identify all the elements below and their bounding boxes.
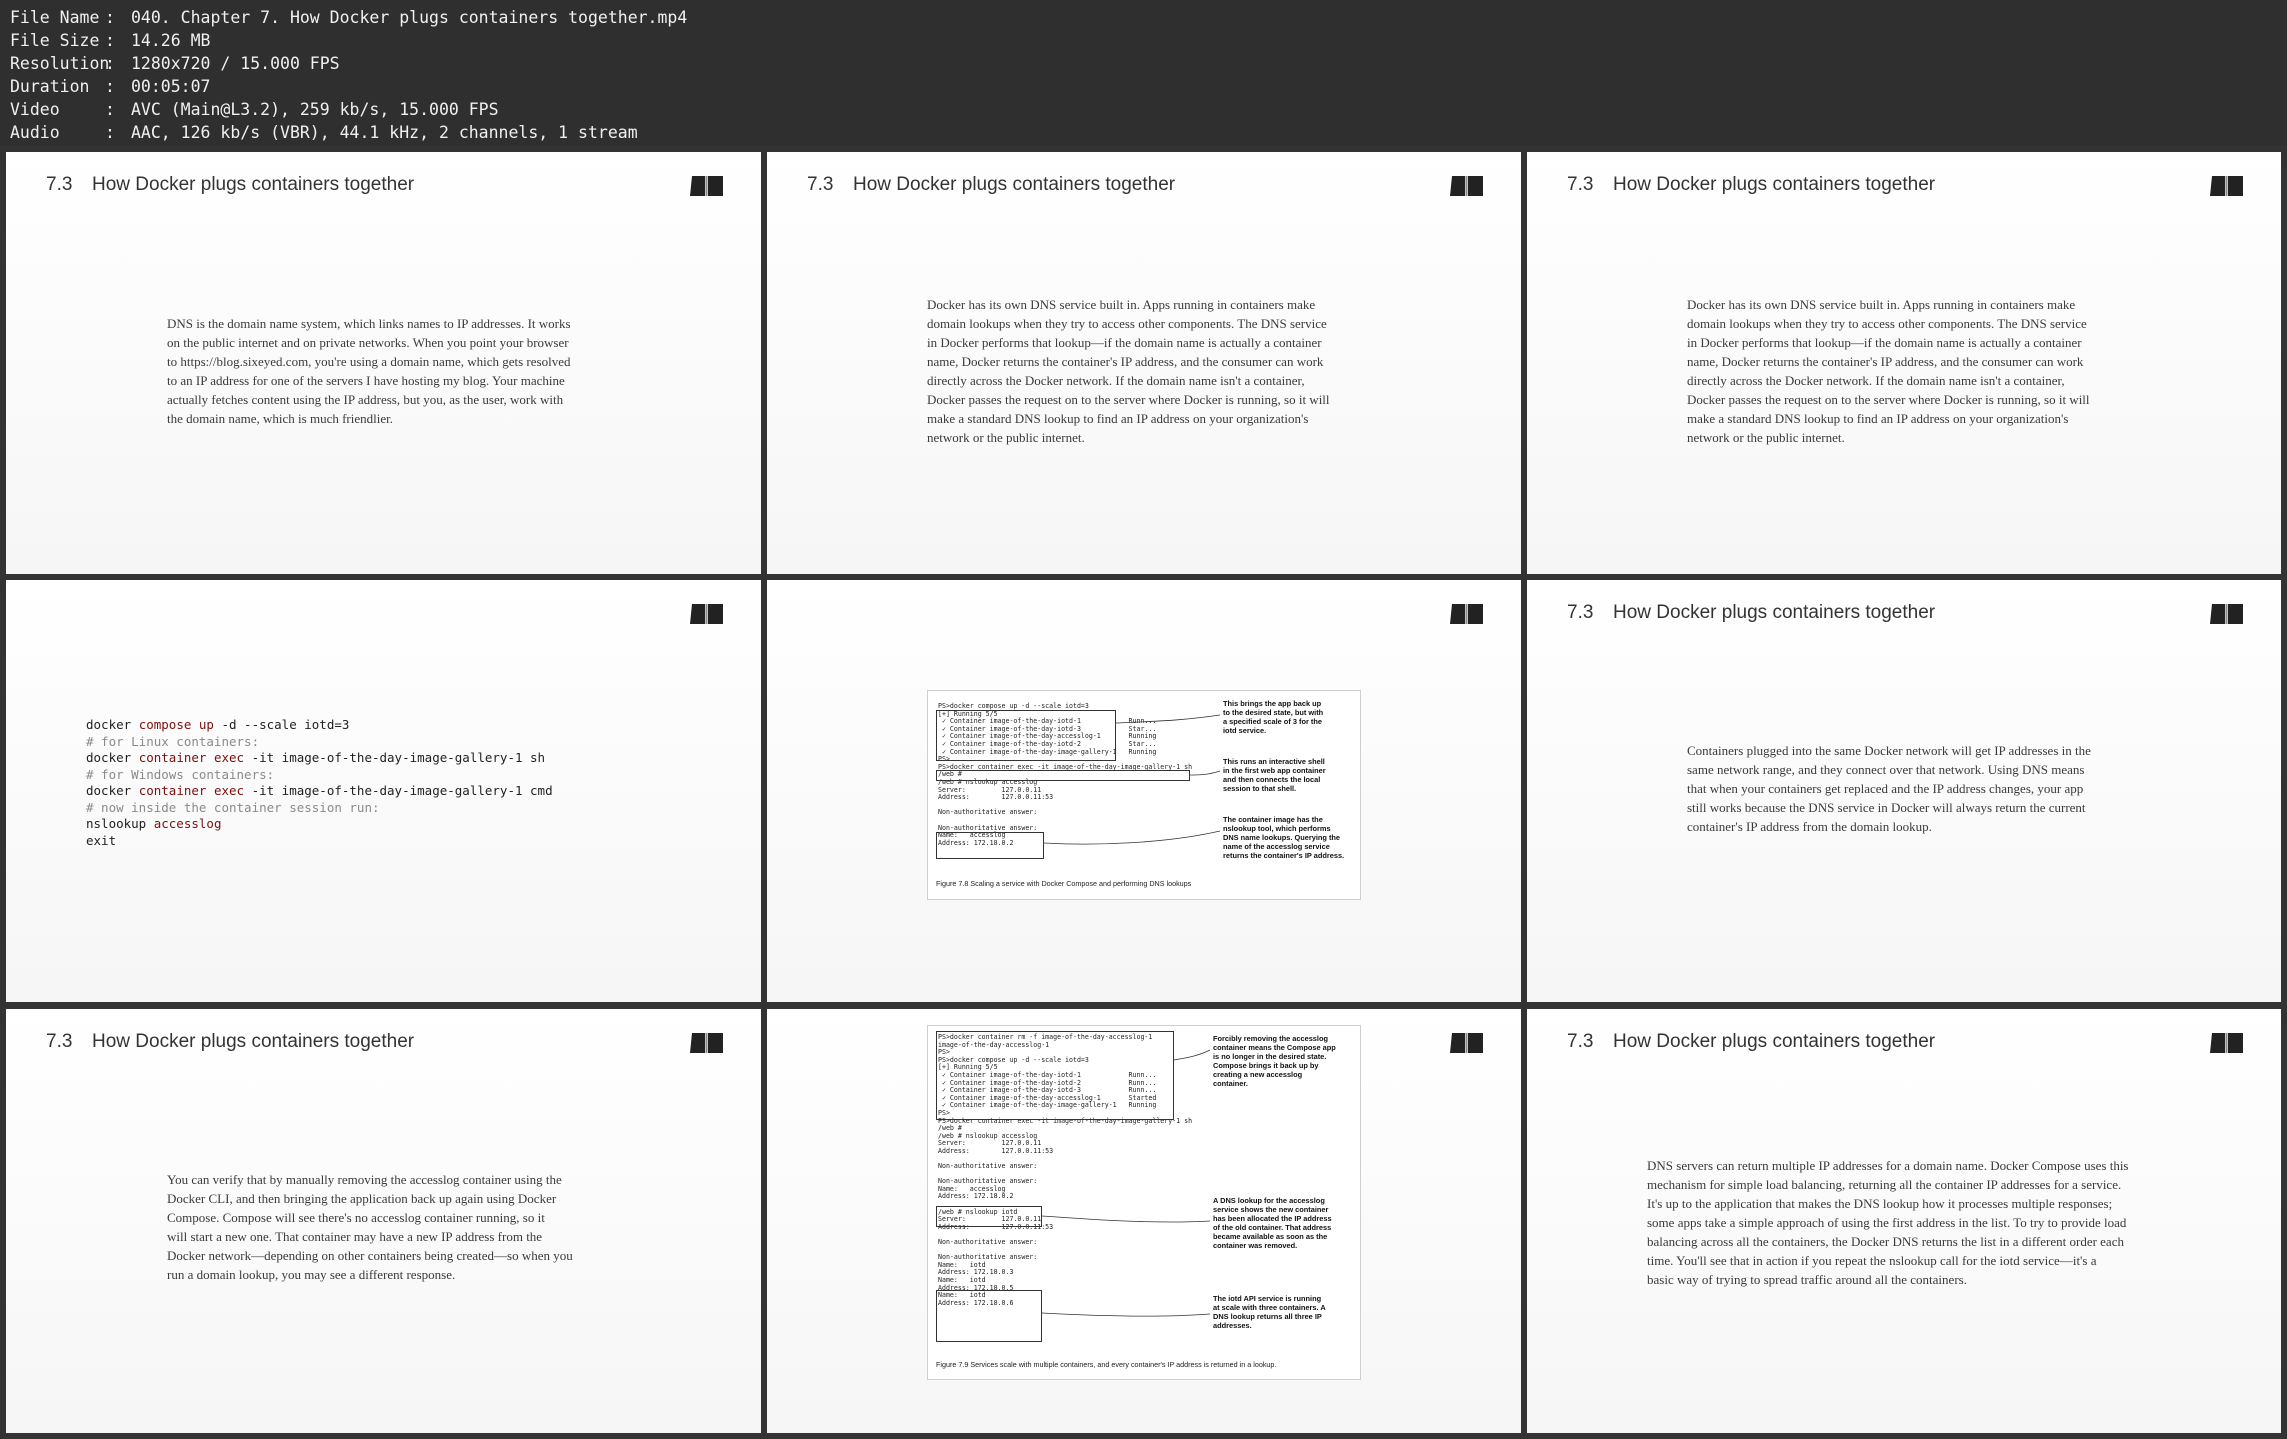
thumbnail-3[interactable]: 7.3 How Docker plugs containers together … bbox=[1527, 152, 2281, 574]
book-icon bbox=[1450, 604, 1483, 624]
thumbnail-5[interactable]: PS>docker compose up -d --scale iotd=3 [… bbox=[767, 580, 1521, 1002]
book-icon bbox=[2210, 1033, 2243, 1053]
slide-paragraph: Containers plugged into the same Docker … bbox=[1687, 743, 2091, 834]
code-line: exit bbox=[86, 832, 117, 848]
code-line: docker compose up -d --scale iotd=3 bbox=[86, 717, 350, 732]
slide-title: 7.3 How Docker plugs containers together bbox=[46, 1031, 415, 1052]
code-line: docker container exec -it image-of-the-d… bbox=[86, 750, 546, 765]
meta-key: Audio bbox=[10, 123, 60, 142]
book-icon bbox=[1450, 1033, 1483, 1053]
thumbnail-7[interactable]: 7.3 How Docker plugs containers together … bbox=[6, 1009, 761, 1433]
slide-paragraph: DNS is the domain name system, which lin… bbox=[167, 316, 571, 426]
slide-title: 7.3 How Docker plugs containers together bbox=[46, 174, 415, 195]
callout-arrows bbox=[1041, 1049, 1211, 1317]
meta-key: Video bbox=[10, 100, 60, 119]
slide-paragraph: DNS servers can return multiple IP addre… bbox=[1647, 1158, 2129, 1287]
meta-row: Duration:00:05:07 bbox=[10, 77, 211, 96]
code-line: nslookup accesslog bbox=[86, 816, 222, 831]
meta-key: File Name bbox=[10, 8, 100, 27]
slide-title: 7.3 How Docker plugs containers together bbox=[807, 174, 1176, 195]
slide-paragraph: Docker has its own DNS service built in.… bbox=[927, 297, 1330, 445]
meta-value: 040. Chapter 7. How Docker plugs contain… bbox=[131, 8, 688, 27]
slide-paragraph: Docker has its own DNS service built in.… bbox=[1687, 297, 2090, 445]
book-icon bbox=[1450, 176, 1483, 196]
meta-row: Resolution: 1280x720 / 15.000 FPS bbox=[10, 54, 340, 73]
code-block: docker compose up -d --scale iotd=3 # for… bbox=[86, 717, 553, 849]
meta-row: Video: AVC (Main@L3.2), 259 kb/s, 15.000 … bbox=[10, 100, 499, 119]
thumbnail-grid: 7.3 How Docker plugs containers together … bbox=[0, 146, 2287, 1439]
code-line: docker container exec -it image-of-the-d… bbox=[86, 783, 553, 798]
book-icon bbox=[690, 176, 723, 196]
book-icon bbox=[2210, 604, 2243, 624]
meta-value: AVC (Main@L3.2), 259 kb/s, 15.000 FPS bbox=[131, 100, 499, 119]
code-line: # now inside the container session run: bbox=[86, 799, 380, 815]
meta-row: File Name:040. Chapter 7. How Docker plu… bbox=[10, 8, 688, 27]
figure-7-8: PS>docker compose up -d --scale iotd=3 [… bbox=[927, 690, 1361, 900]
thumbnail-9[interactable]: 7.3 How Docker plugs containers together … bbox=[1527, 1009, 2281, 1433]
figure-7-9: PS>docker container rm -f image-of-the-d… bbox=[927, 1025, 1361, 1380]
meta-key: Resolution bbox=[10, 54, 110, 73]
meta-value: 14.26 MB bbox=[131, 31, 211, 50]
meta-value: 00:05:07 bbox=[131, 77, 211, 96]
book-icon bbox=[690, 1033, 723, 1053]
thumbnail-8[interactable]: PS>docker container rm -f image-of-the-d… bbox=[767, 1009, 1521, 1433]
thumbnail-4[interactable]: docker compose up -d --scale iotd=3 # for… bbox=[6, 580, 761, 1002]
figure-caption: Figure 7.9 Services scale with multiple … bbox=[936, 1360, 1277, 1369]
thumbnail-2[interactable]: 7.3 How Docker plugs containers together … bbox=[767, 152, 1521, 574]
figure-caption: Figure 7.8 Scaling a service with Docker… bbox=[936, 879, 1192, 888]
meta-row: Audio: AAC, 126 kb/s (VBR), 44.1 kHz, 2 c… bbox=[10, 123, 638, 142]
meta-key: File Size bbox=[10, 31, 100, 50]
callout-arrows bbox=[1043, 714, 1221, 845]
meta-value: AAC, 126 kb/s (VBR), 44.1 kHz, 2 channel… bbox=[131, 123, 638, 142]
book-icon bbox=[690, 604, 723, 624]
book-icon bbox=[2210, 176, 2243, 196]
slide-title: 7.3 How Docker plugs containers together bbox=[1567, 174, 1936, 195]
slide-title: 7.3 How Docker plugs containers together bbox=[1567, 1031, 1936, 1052]
slide-paragraph: You can verify that by manually removing… bbox=[167, 1172, 573, 1282]
code-line: # for Linux containers: bbox=[86, 733, 260, 749]
meta-row: File Size:14.26 MB bbox=[10, 31, 211, 50]
slide-title: 7.3 How Docker plugs containers together bbox=[1567, 602, 1936, 623]
thumbnail-6[interactable]: 7.3 How Docker plugs containers together … bbox=[1527, 580, 2281, 1002]
video-metadata: File Name:040. Chapter 7. How Docker plu… bbox=[0, 0, 2287, 146]
meta-value: 1280x720 / 15.000 FPS bbox=[131, 54, 340, 73]
code-line: # for Windows containers: bbox=[86, 766, 275, 782]
thumbnail-1[interactable]: 7.3 How Docker plugs containers together … bbox=[6, 152, 761, 574]
meta-key: Duration bbox=[10, 77, 90, 96]
